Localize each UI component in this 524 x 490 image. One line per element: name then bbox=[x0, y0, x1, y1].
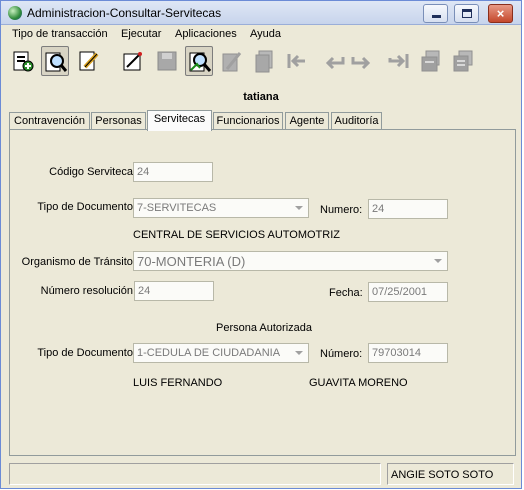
tab-personas[interactable]: Personas bbox=[91, 112, 146, 130]
numero-label: Numero: bbox=[320, 204, 363, 216]
edit-icon[interactable] bbox=[75, 46, 103, 76]
tipo-documento-select[interactable]: 7-SERVITECAS bbox=[133, 198, 309, 218]
codigo-serviteca-field[interactable]: 24 bbox=[133, 162, 213, 182]
menu-ejecutar[interactable]: Ejecutar bbox=[121, 28, 161, 40]
current-user-label: tatiana bbox=[243, 91, 279, 103]
persona-tipo-documento-label: Tipo de Documento: bbox=[37, 347, 136, 359]
application-window: Administracion-Consultar-Servitecas × Ti… bbox=[0, 0, 522, 489]
save-icon[interactable] bbox=[153, 46, 181, 76]
window-title: Administracion-Consultar-Servitecas bbox=[27, 6, 222, 20]
print-icon[interactable] bbox=[417, 46, 445, 76]
persona-numero-label: Número: bbox=[320, 348, 363, 360]
organismo-transito-value: 70-MONTERIA (D) bbox=[137, 254, 246, 269]
copy-icon[interactable] bbox=[251, 46, 279, 76]
app-globe-icon bbox=[8, 6, 22, 20]
tab-auditoria[interactable]: Auditoría bbox=[331, 112, 382, 130]
query-icon[interactable] bbox=[41, 46, 69, 76]
new-record-icon[interactable] bbox=[9, 46, 37, 76]
tab-servitecas[interactable]: Servitecas bbox=[147, 110, 212, 131]
tab-contravencion[interactable]: Contravención bbox=[9, 112, 90, 130]
persona-tipo-documento-select[interactable]: 1-CEDULA DE CIUDADANIA bbox=[133, 343, 309, 363]
organismo-transito-select[interactable]: 70-MONTERIA (D) bbox=[133, 251, 448, 271]
persona-nombres: LUIS FERNANDO bbox=[133, 377, 223, 389]
status-bar: ANGIE SOTO SOTO bbox=[9, 463, 516, 485]
previous-record-icon[interactable] bbox=[321, 46, 349, 76]
numero-field[interactable]: 24 bbox=[368, 199, 448, 219]
persona-apellidos: GUAVITA MORENO bbox=[309, 377, 408, 389]
chevron-down-icon bbox=[434, 259, 442, 263]
next-record-icon[interactable] bbox=[347, 46, 375, 76]
menu-ayuda[interactable]: Ayuda bbox=[250, 28, 281, 40]
tab-funcionarios[interactable]: Funcionarios bbox=[213, 112, 283, 130]
execute-icon[interactable] bbox=[119, 46, 147, 76]
persona-tipo-documento-value: 1-CEDULA DE CIUDADANIA bbox=[137, 347, 281, 359]
status-user: ANGIE SOTO SOTO bbox=[387, 463, 514, 485]
delete-icon[interactable] bbox=[217, 46, 245, 76]
fecha-field[interactable]: 07/25/2001 bbox=[368, 282, 448, 302]
toolbar bbox=[7, 46, 517, 78]
codigo-serviteca-label: Código Serviteca: bbox=[49, 166, 136, 178]
chevron-down-icon bbox=[295, 351, 303, 355]
tipo-documento-label: Tipo de Documento: bbox=[37, 201, 136, 213]
last-record-icon[interactable] bbox=[385, 46, 413, 76]
servitecas-panel: Código Serviteca: 24 Tipo de Documento: … bbox=[9, 129, 516, 456]
menu-tipo-transaccion[interactable]: Tipo de transacción bbox=[12, 28, 108, 40]
close-icon: × bbox=[496, 6, 505, 21]
numero-resolucion-field[interactable]: 24 bbox=[134, 281, 214, 301]
maximize-button[interactable] bbox=[454, 4, 479, 23]
fecha-label: Fecha: bbox=[329, 287, 363, 299]
tab-agente[interactable]: Agente bbox=[285, 112, 329, 130]
menu-aplicaciones[interactable]: Aplicaciones bbox=[175, 28, 237, 40]
status-message bbox=[9, 463, 381, 485]
title-bar[interactable]: Administracion-Consultar-Servitecas × bbox=[1, 1, 521, 25]
tipo-documento-value: 7-SERVITECAS bbox=[137, 202, 217, 214]
persona-numero-field[interactable]: 79703014 bbox=[368, 343, 448, 363]
minimize-icon bbox=[432, 15, 441, 18]
minimize-button[interactable] bbox=[423, 4, 448, 23]
numero-resolucion-label: Número resolución: bbox=[40, 285, 136, 297]
first-record-icon[interactable] bbox=[283, 46, 311, 76]
consult-icon[interactable] bbox=[185, 46, 213, 76]
close-button[interactable]: × bbox=[488, 4, 513, 23]
chevron-down-icon bbox=[295, 206, 303, 210]
maximize-icon bbox=[462, 9, 472, 18]
list-icon[interactable] bbox=[449, 46, 477, 76]
serviteca-name: CENTRAL DE SERVICIOS AUTOMOTRIZ bbox=[133, 229, 340, 241]
organismo-transito-label: Organismo de Tránsito: bbox=[21, 256, 136, 268]
persona-autorizada-header: Persona Autorizada bbox=[216, 322, 313, 334]
